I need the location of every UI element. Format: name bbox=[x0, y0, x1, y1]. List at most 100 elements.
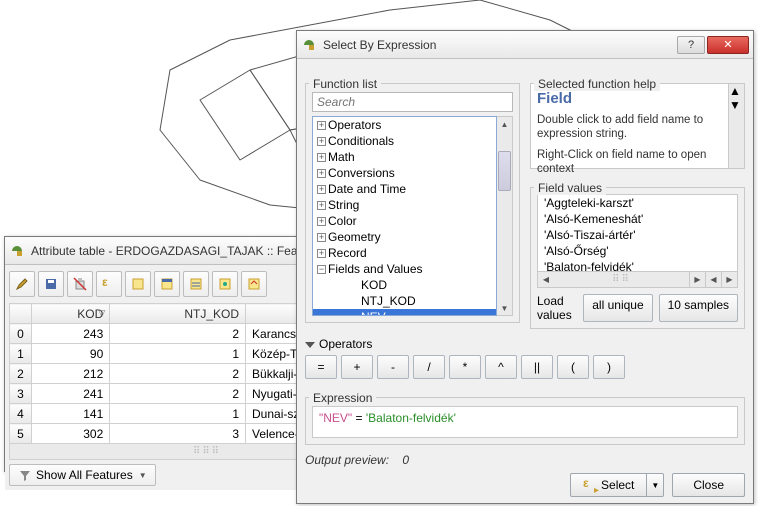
op-pow-button[interactable]: ^ bbox=[485, 355, 517, 379]
col-kod[interactable]: KOD▽ bbox=[32, 304, 110, 324]
expand-icon: + bbox=[317, 217, 326, 226]
op-eq-button[interactable]: = bbox=[305, 355, 337, 379]
field-values-list[interactable]: 'Aggteleki-karszt' 'Alsó-Kemeneshát' 'Al… bbox=[537, 194, 738, 272]
help-button[interactable]: ? bbox=[677, 36, 705, 54]
help-title: Field bbox=[537, 90, 738, 107]
output-preview-label: Output preview: bbox=[305, 453, 389, 467]
load-values-label: Load values bbox=[537, 294, 577, 322]
expand-icon: + bbox=[317, 121, 326, 130]
row-header[interactable]: 5 bbox=[10, 424, 32, 444]
tree-item-record[interactable]: +Record bbox=[313, 245, 496, 261]
operators-row: = + - / * ^ || ( ) bbox=[305, 355, 745, 379]
row-header-col[interactable] bbox=[10, 304, 32, 324]
row-header[interactable]: 3 bbox=[10, 384, 32, 404]
epsilon-icon: ε▸ bbox=[583, 478, 597, 492]
invert-selection-button[interactable] bbox=[183, 271, 209, 297]
scroll-thumb[interactable] bbox=[498, 151, 511, 191]
close-window-button[interactable]: ✕ bbox=[707, 36, 749, 54]
output-preview-value: 0 bbox=[402, 453, 409, 467]
expand-icon: + bbox=[317, 137, 326, 146]
op-concat-button[interactable]: || bbox=[521, 355, 553, 379]
function-search-input[interactable] bbox=[312, 92, 513, 112]
select-button-label: Select bbox=[601, 478, 634, 492]
ten-samples-button[interactable]: 10 samples bbox=[659, 294, 738, 322]
pan-to-selected-button[interactable] bbox=[212, 271, 238, 297]
help-scrollbar[interactable]: ▲ ▼ bbox=[728, 84, 744, 168]
sort-desc-icon: ▽ bbox=[98, 308, 105, 319]
chevron-down-icon: ▼ bbox=[139, 471, 147, 480]
tree-item-conditionals[interactable]: +Conditionals bbox=[313, 133, 496, 149]
operators-toggle[interactable]: Operators bbox=[305, 337, 745, 351]
attribute-table-title: Attribute table - ERDOGAZDASAGI_TAJAK ::… bbox=[31, 244, 301, 258]
scroll-up-icon[interactable]: ▲ bbox=[497, 117, 512, 131]
expand-icon: + bbox=[317, 185, 326, 194]
row-header[interactable]: 2 bbox=[10, 364, 32, 384]
show-all-features-button[interactable]: Show All Features ▼ bbox=[9, 464, 156, 486]
expression-input[interactable]: "NEV" = 'Balaton-felvidék' bbox=[312, 406, 738, 438]
expression-title: Select By Expression bbox=[323, 38, 436, 52]
value-item[interactable]: 'Alsó-Kemeneshát' bbox=[538, 211, 737, 227]
scroll-left-icon[interactable]: ◀ bbox=[538, 272, 554, 287]
op-plus-button[interactable]: + bbox=[341, 355, 373, 379]
field-values-label: Field values bbox=[534, 181, 606, 195]
values-horizontal-scrollbar[interactable]: ◀ ⠿⠿ ▶ ◀ ▶ bbox=[537, 272, 738, 288]
tree-item-conversions[interactable]: +Conversions bbox=[313, 165, 496, 181]
col-ntj-kod[interactable]: NTJ_KOD bbox=[110, 304, 246, 324]
tree-item-datetime[interactable]: +Date and Time bbox=[313, 181, 496, 197]
zoom-to-selected-button[interactable] bbox=[241, 271, 267, 297]
row-header[interactable]: 0 bbox=[10, 324, 32, 344]
op-div-button[interactable]: / bbox=[413, 355, 445, 379]
qgis-icon bbox=[9, 243, 25, 259]
tree-item-geometry[interactable]: +Geometry bbox=[313, 229, 496, 245]
op-minus-button[interactable]: - bbox=[377, 355, 409, 379]
tree-item-color[interactable]: +Color bbox=[313, 213, 496, 229]
unselect-all-button[interactable] bbox=[125, 271, 151, 297]
filter-icon bbox=[18, 468, 32, 482]
collapse-icon: − bbox=[317, 265, 326, 274]
scroll-right-icon[interactable]: ▶ bbox=[721, 272, 737, 287]
grip-icon: ⠿⠿⠿ bbox=[193, 446, 221, 457]
help-box: Field Double click to add field name to … bbox=[530, 83, 745, 169]
operators-label: Operators bbox=[319, 337, 372, 351]
scroll-up-icon[interactable]: ▲ bbox=[729, 84, 744, 98]
op-rparen-button[interactable]: ) bbox=[593, 355, 625, 379]
scroll-left-icon[interactable]: ◀ bbox=[705, 272, 721, 287]
expression-titlebar[interactable]: Select By Expression ? ✕ bbox=[297, 31, 753, 59]
value-item[interactable]: 'Alsó-Tiszai-ártér' bbox=[538, 227, 737, 243]
expand-icon: + bbox=[317, 233, 326, 242]
row-header[interactable]: 1 bbox=[10, 344, 32, 364]
select-dropdown-button[interactable]: ▼ bbox=[647, 473, 664, 497]
tree-scrollbar[interactable]: ▲ ▼ bbox=[497, 116, 513, 316]
tree-field-nev[interactable]: NEV bbox=[313, 309, 496, 316]
select-button[interactable]: ε▸ Select ▼ bbox=[570, 473, 664, 497]
delete-selected-button[interactable] bbox=[67, 271, 93, 297]
op-mul-button[interactable]: * bbox=[449, 355, 481, 379]
all-unique-button[interactable]: all unique bbox=[583, 294, 652, 322]
close-button[interactable]: Close bbox=[672, 473, 745, 497]
scroll-down-icon[interactable]: ▼ bbox=[729, 98, 744, 112]
op-lparen-button[interactable]: ( bbox=[557, 355, 589, 379]
show-all-features-label: Show All Features bbox=[36, 468, 133, 482]
value-item[interactable]: 'Balaton-felvidék' bbox=[538, 259, 737, 272]
tree-item-math[interactable]: +Math bbox=[313, 149, 496, 165]
value-item[interactable]: 'Alsó-Őrség' bbox=[538, 243, 737, 259]
tree-field-ntj-kod[interactable]: NTJ_KOD bbox=[313, 293, 496, 309]
tree-item-operators[interactable]: +Operators bbox=[313, 117, 496, 133]
row-header[interactable]: 4 bbox=[10, 404, 32, 424]
function-list-label: Function list bbox=[309, 77, 381, 91]
scroll-right-icon[interactable]: ▶ bbox=[689, 272, 705, 287]
move-selection-top-button[interactable] bbox=[154, 271, 180, 297]
expand-icon: + bbox=[317, 153, 326, 162]
edit-toggle-button[interactable] bbox=[9, 271, 35, 297]
tree-field-kod[interactable]: KOD bbox=[313, 277, 496, 293]
select-by-expression-button[interactable]: ε bbox=[96, 271, 122, 297]
expand-icon: + bbox=[317, 201, 326, 210]
expression-label: Expression bbox=[309, 391, 376, 405]
tree-item-string[interactable]: +String bbox=[313, 197, 496, 213]
function-tree[interactable]: +Operators +Conditionals +Math +Conversi… bbox=[312, 116, 497, 316]
expand-icon: + bbox=[317, 169, 326, 178]
value-item[interactable]: 'Aggteleki-karszt' bbox=[538, 195, 737, 211]
scroll-down-icon[interactable]: ▼ bbox=[497, 301, 512, 315]
tree-item-fields[interactable]: −Fields and Values bbox=[313, 261, 496, 277]
save-edits-button[interactable] bbox=[38, 271, 64, 297]
